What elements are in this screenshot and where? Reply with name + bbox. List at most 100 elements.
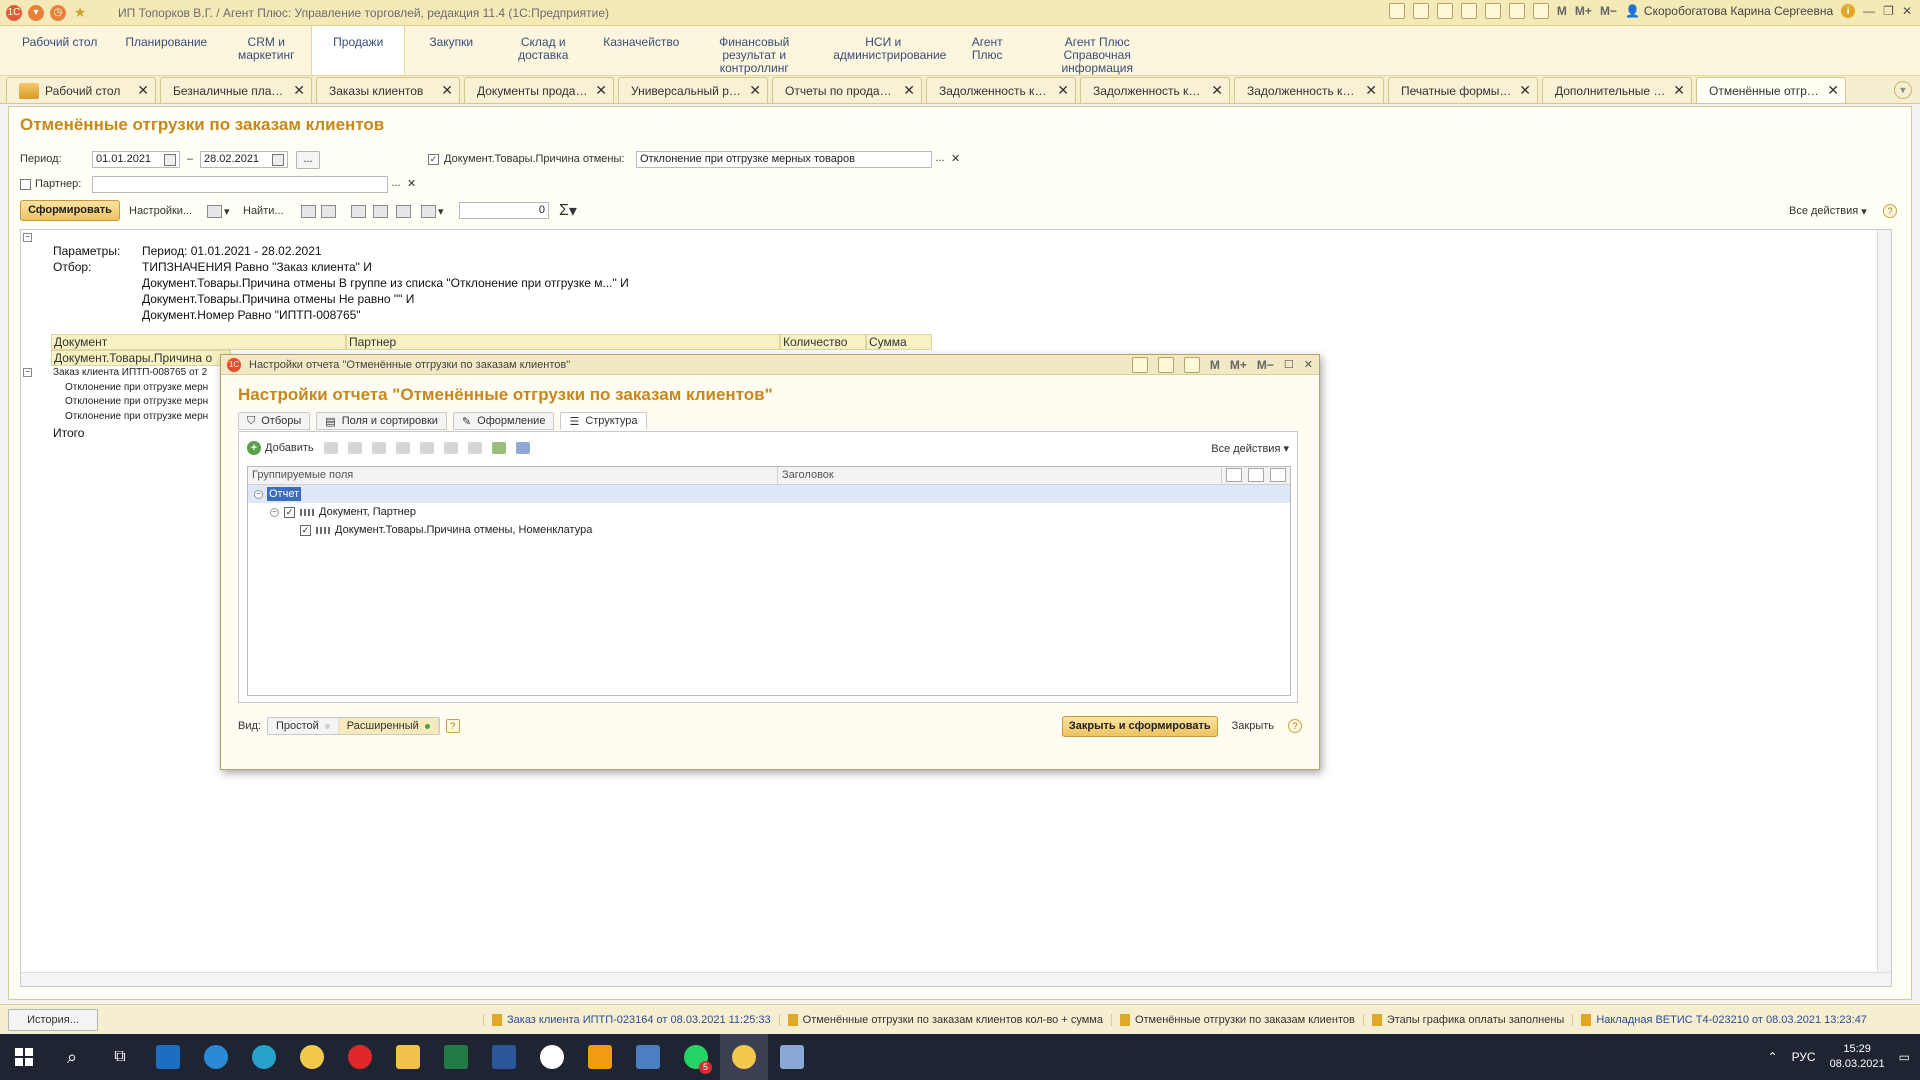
brush-icon[interactable] bbox=[1270, 468, 1286, 482]
section-crm[interactable]: CRM и маркетинг bbox=[221, 26, 311, 75]
save-button[interactable] bbox=[394, 201, 413, 221]
app-network-icon[interactable] bbox=[624, 1034, 672, 1080]
tab-sales-reports[interactable]: Отчеты по продажам ✕ bbox=[772, 77, 922, 103]
move-down-icon[interactable] bbox=[467, 442, 482, 454]
preview-icon[interactable] bbox=[1436, 3, 1453, 19]
tab-sales-documents[interactable]: Документы продаж... ✕ bbox=[464, 77, 614, 103]
group-toggle-icon[interactable]: − bbox=[23, 233, 32, 242]
structure-tree-grid[interactable]: Группируемые поля Заголовок − Отчет − ✓ … bbox=[247, 466, 1291, 696]
tree-row-report[interactable]: − Отчет bbox=[248, 485, 1290, 503]
view-help-icon[interactable]: ? bbox=[445, 719, 460, 733]
collapse-icon[interactable]: − bbox=[270, 507, 279, 517]
section-desktop[interactable]: Рабочий стол bbox=[8, 26, 111, 75]
collapse-icon[interactable]: − bbox=[254, 489, 263, 499]
excel-icon[interactable] bbox=[432, 1034, 480, 1080]
notification-item[interactable]: Этапы графика оплаты заполнены bbox=[1362, 1013, 1572, 1026]
reason-select-button[interactable]: ... bbox=[932, 151, 948, 169]
tree-row-document-partner[interactable]: − ✓ Документ, Партнер bbox=[248, 503, 1290, 521]
section-agent-plus-info[interactable]: Агент Плюс Справочная информация bbox=[1027, 26, 1167, 75]
preview-button[interactable] bbox=[371, 201, 390, 221]
group-up-icon[interactable] bbox=[395, 442, 410, 454]
reason-filter-field[interactable]: Отклонение при отгрузке мерных товаров bbox=[636, 151, 932, 168]
section-financial[interactable]: Финансовый результат и контроллинг bbox=[689, 26, 819, 75]
restore-icon[interactable]: ❐ bbox=[1883, 4, 1894, 18]
section-nsi[interactable]: НСИ и администрирование bbox=[819, 26, 947, 75]
outlook-icon[interactable] bbox=[144, 1034, 192, 1080]
report-row-reason[interactable]: Отклонение при отгрузке мерн bbox=[65, 411, 208, 422]
tab-universal-editor[interactable]: Универсальный ред... ✕ bbox=[618, 77, 768, 103]
tab-print-forms[interactable]: Печатные формы, от... ✕ bbox=[1388, 77, 1538, 103]
app-monitor-icon[interactable] bbox=[768, 1034, 816, 1080]
tab-filters[interactable]: ⛉ Отборы bbox=[238, 412, 311, 430]
find-button[interactable]: Найти... bbox=[243, 201, 284, 221]
memory-plus-button[interactable]: M+ bbox=[1230, 358, 1247, 372]
close-icon[interactable]: ✕ bbox=[1902, 4, 1912, 18]
close-icon[interactable]: ✕ bbox=[137, 82, 149, 99]
report-row-order[interactable]: Заказ клиента ИПТП-008765 от 2 bbox=[53, 367, 207, 378]
language-indicator[interactable]: РУС bbox=[1792, 1050, 1816, 1064]
memory-button[interactable]: M bbox=[1210, 358, 1220, 372]
close-button[interactable]: Закрыть bbox=[1224, 720, 1282, 732]
minimize-icon[interactable]: — bbox=[1863, 4, 1875, 18]
clock[interactable]: 15:29 08.03.2021 bbox=[1830, 1042, 1885, 1072]
table-icon[interactable] bbox=[1157, 356, 1174, 373]
partner-select-button[interactable]: ... bbox=[388, 176, 404, 194]
date-from-field[interactable]: 01.01.2021 bbox=[92, 151, 180, 168]
memory-minus-button[interactable]: M− bbox=[1600, 4, 1617, 18]
calculator-icon[interactable] bbox=[1388, 3, 1405, 19]
report-row-reason[interactable]: Отклонение при отгрузке мерн bbox=[65, 396, 208, 407]
tab-debt-3[interactable]: Задолженность кли... ✕ bbox=[1234, 77, 1384, 103]
partner-clear-icon[interactable]: ✕ bbox=[407, 177, 416, 190]
calendar-icon[interactable] bbox=[1532, 3, 1549, 19]
expand-all-button[interactable] bbox=[299, 201, 318, 221]
bookmark-icon[interactable] bbox=[1460, 3, 1477, 19]
reason-filter-checkbox[interactable]: ✓ bbox=[428, 154, 439, 165]
notification-text[interactable]: Накладная ВЕТИС Т4-023210 от 08.03.2021 … bbox=[1596, 1014, 1867, 1026]
horizontal-scrollbar[interactable] bbox=[21, 972, 1891, 986]
period-select-button[interactable]: ... bbox=[296, 151, 320, 169]
notification-item[interactable]: Заказ клиента ИПТП-023164 от 08.03.2021 … bbox=[483, 1013, 779, 1026]
check-all-icon[interactable] bbox=[491, 442, 506, 454]
app-orange-icon[interactable] bbox=[576, 1034, 624, 1080]
notification-item[interactable]: Отменённые отгрузки по заказам клиентов bbox=[1110, 1013, 1363, 1026]
tab-structure[interactable]: ☰ Структура bbox=[560, 412, 647, 430]
calendar-icon[interactable] bbox=[164, 154, 176, 166]
1c-enterprise-icon[interactable] bbox=[720, 1034, 768, 1080]
memory-minus-button[interactable]: M− bbox=[1257, 358, 1274, 372]
move-up-icon[interactable] bbox=[443, 442, 458, 454]
delete-icon[interactable] bbox=[371, 442, 386, 454]
variant-button[interactable]: ▾ bbox=[205, 201, 230, 221]
all-actions-button[interactable]: Все действия ▾ bbox=[1211, 442, 1289, 455]
row-checkbox[interactable]: ✓ bbox=[284, 506, 295, 518]
send-button[interactable]: ▾ bbox=[419, 201, 444, 221]
sum-mode-button[interactable]: Σ ▾ bbox=[559, 201, 577, 221]
close-icon[interactable]: ✕ bbox=[1673, 82, 1685, 99]
menu-dropdown-icon[interactable]: ▾ bbox=[28, 4, 44, 21]
app-triangle-icon[interactable] bbox=[528, 1034, 576, 1080]
tab-client-orders[interactable]: Заказы клиентов ✕ bbox=[316, 77, 460, 103]
maximize-icon[interactable]: ☐ bbox=[1284, 358, 1294, 371]
word-icon[interactable] bbox=[480, 1034, 528, 1080]
section-sales[interactable]: Продажи bbox=[311, 26, 406, 75]
tab-appearance[interactable]: ✎ Оформление bbox=[452, 412, 555, 430]
settings-button[interactable]: Настройки... bbox=[129, 201, 192, 221]
memory-plus-button[interactable]: M+ bbox=[1575, 4, 1592, 18]
vertical-scrollbar[interactable] bbox=[1877, 230, 1891, 986]
date-to-field[interactable]: 28.02.2021 bbox=[200, 151, 288, 168]
1c-icon[interactable] bbox=[288, 1034, 336, 1080]
table-icon[interactable] bbox=[1508, 3, 1525, 19]
explorer-icon[interactable] bbox=[384, 1034, 432, 1080]
history-button[interactable]: История... bbox=[8, 1008, 98, 1031]
refresh-icon[interactable] bbox=[1484, 3, 1501, 19]
notifications-icon[interactable]: ▭ bbox=[1899, 1050, 1910, 1064]
filter-icon[interactable] bbox=[1226, 468, 1242, 482]
help-button[interactable]: ? bbox=[1883, 201, 1897, 221]
tab-cancelled-shipments[interactable]: Отменённые отгруз... ✕ bbox=[1696, 77, 1846, 103]
ie-icon[interactable] bbox=[192, 1034, 240, 1080]
report-row-reason[interactable]: Отклонение при отгрузке мерн bbox=[65, 382, 208, 393]
history-icon[interactable]: ◷ bbox=[50, 4, 66, 21]
group-icon[interactable] bbox=[323, 442, 338, 454]
partner-filter-checkbox[interactable] bbox=[20, 179, 31, 190]
tab-additional-reports[interactable]: Дополнительные отч... ✕ bbox=[1542, 77, 1692, 103]
close-icon[interactable]: ✕ bbox=[441, 82, 453, 99]
